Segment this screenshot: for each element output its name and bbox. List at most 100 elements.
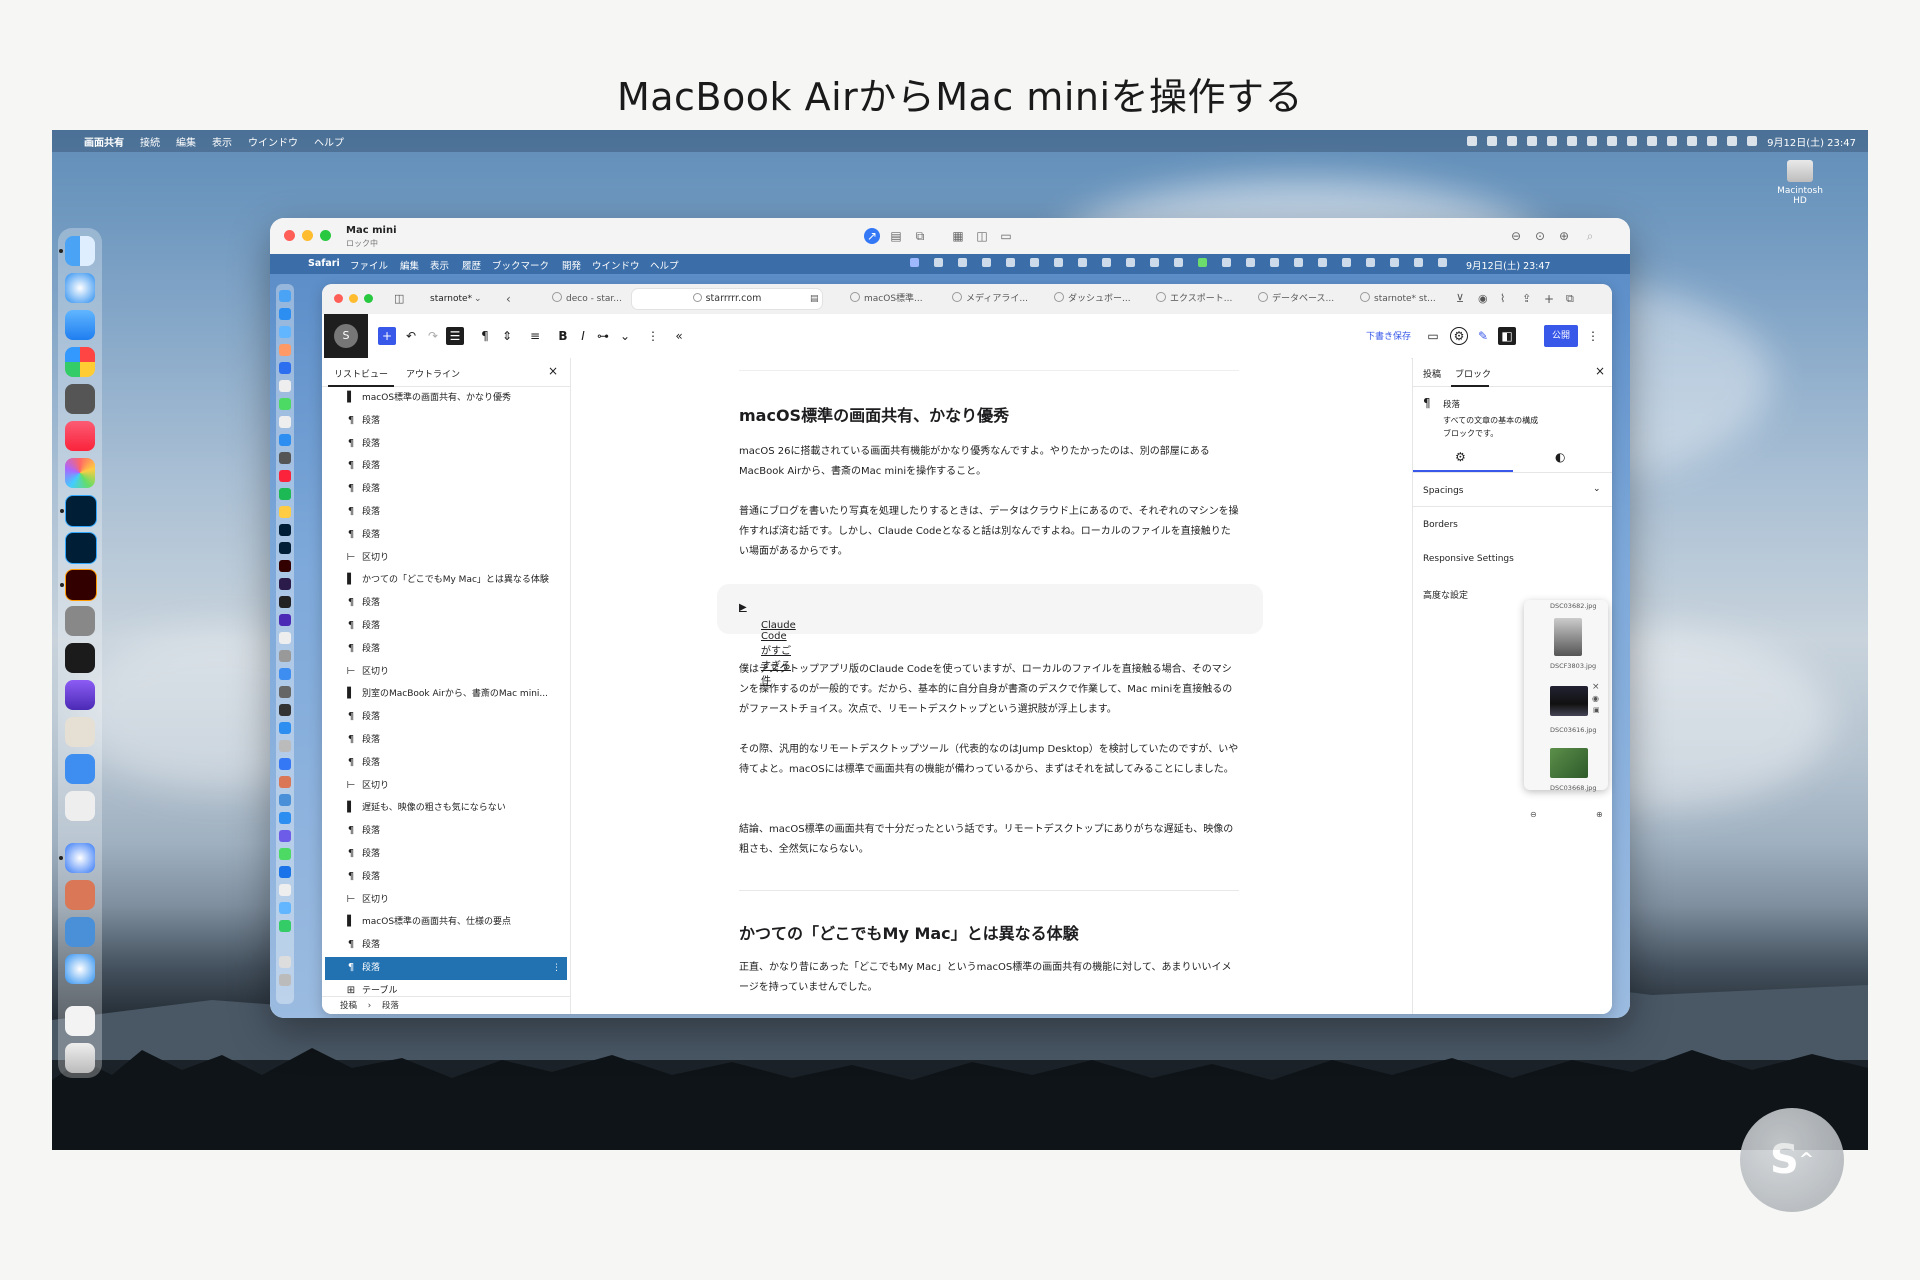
zoom-window-button[interactable] — [364, 294, 373, 303]
paragraph-block[interactable]: macOS 26に搭載されている画面共有機能がかなり優秀なんですよ。やりたかった… — [739, 442, 1239, 482]
dock-app-icon[interactable] — [279, 848, 291, 860]
remote-menu-file[interactable]: ファイル — [350, 258, 388, 272]
close-window-button[interactable] — [284, 230, 295, 241]
minimize-window-button[interactable] — [302, 230, 313, 241]
finder-icon[interactable] — [59, 236, 95, 266]
paragraph-block[interactable]: 結論、macOS標準の画面共有で十分だったという話です。リモートデスクトップにあ… — [739, 820, 1239, 860]
address-bar[interactable]: starrrrr.com — [632, 289, 822, 309]
close-icon[interactable]: × — [1592, 682, 1600, 692]
status-icon[interactable] — [1054, 258, 1063, 267]
back-icon[interactable]: ‹ — [506, 291, 511, 307]
app-icon[interactable] — [65, 791, 95, 821]
close-icon[interactable]: × — [548, 364, 558, 378]
split-view-icon[interactable]: ◫ — [974, 228, 990, 244]
list-item[interactable]: ¶ 段落 — [322, 524, 570, 547]
dock-app-icon[interactable] — [279, 758, 291, 770]
tab-item[interactable]: エクスポート... — [1156, 291, 1236, 307]
list-item[interactable]: ¶ 段落 — [322, 638, 570, 661]
app-icon[interactable] — [65, 606, 95, 636]
dock-app-icon[interactable] — [279, 488, 291, 500]
close-icon[interactable]: × — [1595, 364, 1605, 378]
new-tab-icon[interactable]: + — [1544, 291, 1554, 307]
volume-icon[interactable] — [1647, 136, 1658, 146]
menu-connection[interactable]: 接続 — [140, 134, 160, 149]
claude-icon[interactable] — [65, 880, 95, 910]
zoom-in-icon[interactable]: ⊕ — [1556, 228, 1572, 244]
status-icon[interactable] — [1246, 258, 1255, 267]
remote-menu-edit[interactable]: 編集 — [400, 258, 419, 272]
dock-app-icon[interactable] — [279, 506, 291, 518]
dock-app-icon[interactable] — [279, 326, 291, 338]
close-window-button[interactable] — [334, 294, 343, 303]
dock-app-icon[interactable] — [279, 308, 291, 320]
list-item[interactable]: ⊢ 区切り — [322, 547, 570, 570]
status-icon[interactable] — [1527, 136, 1538, 146]
status-icon[interactable] — [1174, 258, 1183, 267]
status-icon[interactable] — [1270, 258, 1279, 267]
list-item[interactable]: ¶ 段落 — [322, 843, 570, 866]
status-icon[interactable] — [958, 258, 967, 267]
list-item[interactable]: ¶ 段落 — [322, 866, 570, 889]
window-titlebar[interactable]: Mac mini ロック中 ↗ ▤ ⧉ ▦ ◫ ▭ ⊖ ⊙ ⊕ ⌕ — [270, 218, 1630, 255]
tab-item[interactable]: deco - star... — [552, 291, 632, 307]
clipboard-icon[interactable]: ⧉ — [912, 228, 928, 244]
tab-overview-icon[interactable]: ⧉ — [1566, 291, 1574, 307]
illustrator-icon[interactable] — [60, 569, 97, 601]
minimize-window-button[interactable] — [349, 294, 358, 303]
menu-window[interactable]: ウインドウ — [248, 134, 298, 149]
music-icon[interactable] — [65, 421, 95, 451]
advanced-settings-toggle[interactable]: 高度な設定 — [1423, 588, 1468, 601]
list-item[interactable]: ▌ かつての「どこでもMy Mac」とは異なる体験 — [322, 569, 570, 592]
display-icon[interactable]: ▭ — [998, 228, 1014, 244]
menu-screen-sharing[interactable]: 画面共有 — [84, 134, 124, 149]
dock-app-icon[interactable] — [279, 560, 291, 572]
link-icon[interactable]: ⊶ — [594, 327, 612, 345]
menubar-clock[interactable]: 9月12日(土) 23:47 — [1767, 134, 1856, 149]
list-item[interactable]: ▌ 遅延も、映像の粗さも気にならない — [322, 797, 570, 820]
status-icon[interactable] — [1587, 136, 1598, 146]
tab-item[interactable]: starnote* st... — [1360, 291, 1440, 307]
status-icon[interactable] — [1567, 136, 1578, 146]
wifi-icon[interactable] — [1707, 136, 1718, 146]
status-icon[interactable] — [1294, 258, 1303, 267]
macintosh-hd[interactable]: Macintosh HD — [1770, 160, 1830, 206]
grid-icon[interactable]: ▦ — [950, 228, 966, 244]
dock-app-icon[interactable] — [279, 632, 291, 644]
status-icon[interactable] — [1627, 136, 1638, 146]
status-icon[interactable] — [1198, 258, 1207, 267]
status-icon[interactable] — [1547, 136, 1558, 146]
collapse-toolbar-icon[interactable]: « — [670, 327, 688, 345]
publish-button[interactable]: 公開 — [1544, 325, 1578, 347]
control-center-icon[interactable] — [1438, 258, 1447, 267]
safari-icon[interactable] — [65, 273, 95, 303]
tab-block[interactable]: ブロック — [1455, 367, 1491, 380]
remote-menu-view[interactable]: 表示 — [430, 258, 449, 272]
paragraph-block-icon[interactable]: ¶ — [476, 327, 494, 345]
align-icon[interactable]: ≡ — [526, 327, 544, 345]
dock-app-icon[interactable] — [279, 362, 291, 374]
view-mode-icon[interactable]: ▤ — [888, 228, 904, 244]
app-icon[interactable] — [65, 717, 95, 747]
dock-app-icon[interactable] — [279, 902, 291, 914]
tab-group-selector[interactable]: starnote* — [430, 291, 472, 307]
list-item[interactable]: ¶ 段落 — [322, 706, 570, 729]
status-icon[interactable] — [1607, 136, 1618, 146]
dock-app-icon[interactable] — [279, 380, 291, 392]
lock-icon[interactable]: ▣ — [1593, 706, 1600, 714]
bold-icon[interactable]: B — [554, 327, 572, 345]
status-icon[interactable] — [910, 258, 919, 267]
eye-icon[interactable]: ◉ — [1592, 694, 1599, 703]
details-block[interactable]: ▶ Claude Codeがすごすぎる件 — [717, 584, 1263, 687]
search-icon[interactable] — [1727, 136, 1738, 146]
photoshop-icon[interactable] — [60, 495, 97, 527]
lightroom-icon[interactable] — [65, 532, 97, 564]
remote-menubar-clock[interactable]: 9月12日(土) 23:47 — [1466, 258, 1550, 272]
status-icon[interactable] — [982, 258, 991, 267]
status-icon[interactable] — [1126, 258, 1135, 267]
sidebar-toggle-icon[interactable]: ◧ — [1498, 327, 1516, 345]
status-icon[interactable] — [1507, 136, 1518, 146]
undo-icon[interactable]: ↶ — [402, 327, 420, 345]
dock-trash-icon[interactable] — [279, 974, 291, 986]
remote-menu-history[interactable]: 履歴 — [462, 258, 481, 272]
status-icon[interactable] — [1102, 258, 1111, 267]
